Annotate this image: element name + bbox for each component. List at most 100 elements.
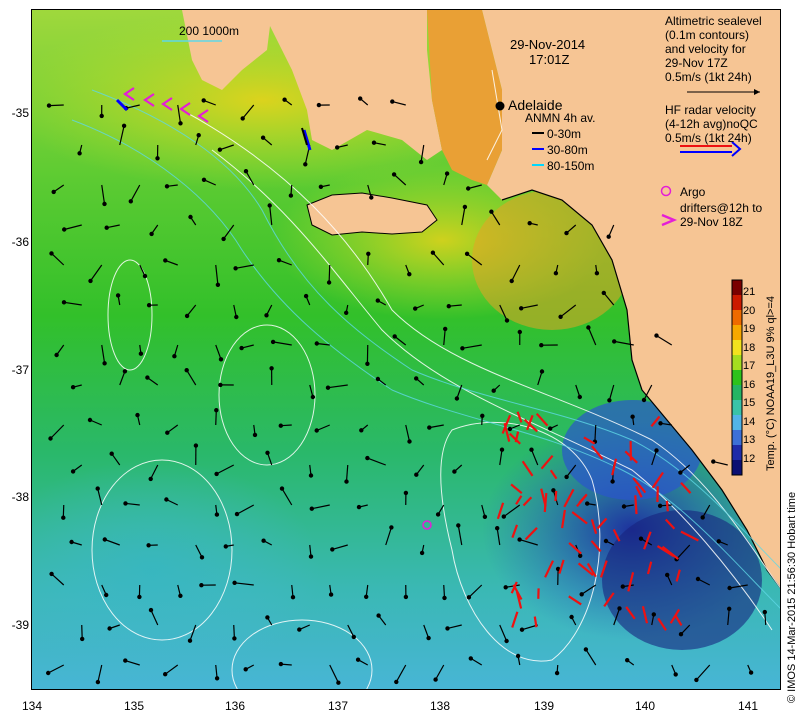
velocity-arrow-head [142, 273, 148, 279]
velocity-arrow-head [365, 361, 370, 366]
map-frame[interactable]: 200 1000m 29-Nov-2014 17:01Z Adelaide Al… [31, 9, 781, 690]
velocity-arrow-head [264, 313, 269, 318]
velocity-arrow-head [146, 543, 151, 548]
velocity-arrow-head [578, 553, 583, 559]
velocity-arrow-head [638, 536, 644, 541]
colorbar-segment [732, 385, 742, 401]
lat-label-38: -38 [11, 490, 29, 504]
velocity-arrow-head [519, 306, 524, 311]
velocity-arrow-head [678, 470, 683, 475]
velocity-arrow-head [314, 428, 319, 433]
colorbar-segment [732, 460, 742, 476]
hf-radar-line-3: 0.5m/s (1kt 24h) [665, 131, 752, 145]
velocity-arrow-head [69, 539, 74, 545]
velocity-arrow-head [716, 539, 722, 544]
lat-label-39: -39 [11, 618, 29, 632]
velocity-arrow-head [48, 436, 53, 441]
velocity-arrow-head [309, 506, 314, 511]
velocity-arrow-head [366, 251, 371, 256]
drifter-legend-line-2: 29-Nov 18Z [680, 215, 743, 229]
velocity-arrow-head [193, 443, 199, 448]
velocity-arrow-head [70, 469, 76, 474]
colorbar-segment [732, 280, 742, 296]
velocity-arrow-head [138, 351, 144, 356]
lon-label-138: 138 [429, 699, 451, 713]
velocity-arrow-head [617, 606, 622, 611]
velocity-arrow-head [201, 98, 206, 103]
velocity-arrow-head [621, 504, 627, 509]
velocity-arrow-head [403, 594, 409, 600]
lon-label-136: 136 [224, 699, 246, 713]
velocity-arrow-head [426, 635, 431, 641]
colorbar-tick: 13 [743, 434, 756, 446]
velocity-arrow-head [109, 451, 114, 456]
velocity-arrow-head [612, 339, 617, 344]
velocity-arrow-head [430, 250, 436, 255]
velocity-arrow-head [232, 580, 237, 586]
velocity-arrow-head [184, 313, 190, 319]
velocity-arrow-head [503, 585, 508, 590]
colorbar-tick: 18 [743, 342, 756, 354]
lon-label-135: 135 [123, 699, 145, 713]
map-date: 29-Nov-2014 [510, 37, 586, 52]
anmn-legend-item-2: 80-150m [547, 159, 595, 173]
velocity-arrow-head [328, 592, 334, 597]
hf-radar-vector [665, 500, 669, 512]
anmn-legend-item-0: 0-30m [547, 127, 582, 141]
velocity-arrow-head [196, 132, 201, 138]
velocity-arrow-head [199, 583, 204, 588]
lat-label-37: -37 [11, 363, 29, 377]
velocity-arrow-head [243, 168, 249, 174]
velocity-arrow-head [325, 385, 331, 390]
velocity-arrow-head [554, 670, 560, 676]
velocity-arrow-head [282, 97, 287, 102]
velocity-arrow-head [95, 679, 101, 685]
velocity-arrow-head [61, 515, 66, 520]
altimetry-line-5: 0.5m/s (1kt 24h) [665, 70, 752, 84]
velocity-arrow-head [607, 398, 612, 403]
velocity-arrow-head [553, 271, 559, 276]
velocity-arrow-head [61, 300, 67, 305]
velocity-arrow-head [601, 290, 607, 296]
credit: © IMOS 14-Mar-2015 21:56:30 Hobart time [786, 492, 798, 703]
velocity-arrow-head [303, 293, 309, 299]
colorbar-tick: 20 [743, 305, 756, 317]
velocity-arrow-head [489, 209, 494, 214]
velocity-arrow-head [261, 538, 266, 543]
velocity-arrow-head [480, 413, 485, 418]
velocity-arrow-head [678, 632, 684, 637]
velocity-arrow-head [265, 615, 270, 620]
velocity-arrow-head [464, 251, 470, 256]
velocity-arrow-head [103, 592, 109, 598]
velocity-arrow-head [54, 352, 59, 358]
velocity-arrow-head [452, 469, 457, 474]
anmn-legend-item-1: 30-80m [547, 143, 588, 157]
colorbar-tick: 12 [743, 453, 756, 465]
velocity-arrow-head [344, 479, 349, 484]
velocity-arrow-head [243, 667, 248, 672]
velocity-arrow-head [558, 314, 563, 319]
velocity-arrow-head [135, 412, 140, 418]
velocity-arrow-head [504, 318, 510, 323]
velocity-arrow-head [269, 366, 274, 371]
velocity-arrow-head [727, 606, 732, 612]
velocity-arrow-head [123, 501, 128, 506]
colorbar-segment [732, 325, 742, 341]
velocity-arrow-head [146, 303, 152, 308]
colorbar-tick: 21 [743, 286, 756, 298]
velocity-arrow-head [376, 613, 381, 618]
velocity-arrow-head [389, 525, 394, 530]
velocity-arrow-head [188, 214, 193, 220]
velocity-arrow-head [539, 369, 545, 374]
velocity-arrow-head [625, 658, 630, 663]
velocity-arrow-head [673, 672, 678, 677]
lon-label-141: 141 [737, 699, 759, 713]
velocity-arrow-head [658, 421, 663, 426]
velocity-arrow-head [711, 459, 716, 464]
velocity-arrow-head [509, 278, 514, 284]
velocity-arrow-head [279, 486, 285, 491]
velocity-arrow-head [694, 677, 699, 683]
velocity-arrow-head [603, 538, 609, 544]
velocity-arrow-head [435, 512, 441, 517]
velocity-arrow-head [504, 638, 509, 644]
